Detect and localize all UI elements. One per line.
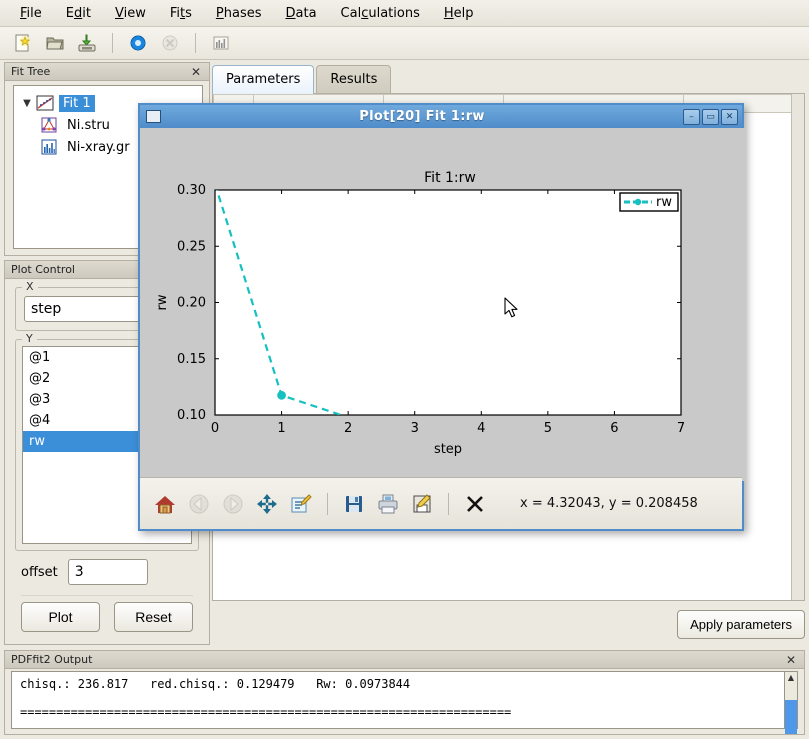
offset-label: offset xyxy=(21,565,58,580)
open-folder-icon[interactable] xyxy=(42,30,68,56)
y-tick-label: 0.15 xyxy=(177,352,206,367)
plot-canvas[interactable]: Fit 1:rw 0 1 2 3 4 5 6 7 0.10 0.15 0.20 0.25 0.30 ste… xyxy=(140,128,742,477)
output-line-3: ========================================… xyxy=(20,705,511,719)
chart-legend: rw xyxy=(620,193,678,211)
plot-window-titlebar[interactable]: Plot[20] Fit 1:rw – ▭ ✕ xyxy=(140,105,742,128)
output-text: chisq.: 236.817 red.chisq.: 0.129479 Rw:… xyxy=(11,671,798,729)
menu-phases[interactable]: Phases xyxy=(204,3,274,24)
scrollbar-thumb[interactable] xyxy=(785,700,797,734)
y-axis-label: rw xyxy=(155,294,170,310)
maximize-button[interactable]: ▭ xyxy=(702,109,719,125)
menu-edit[interactable]: Edit xyxy=(54,3,103,24)
run-fit-icon[interactable] xyxy=(125,30,151,56)
tree-label-dataset[interactable]: Ni-xray.gr xyxy=(63,139,134,156)
menu-data[interactable]: Data xyxy=(273,3,328,24)
save-icon[interactable] xyxy=(74,30,100,56)
printer-icon[interactable] xyxy=(373,489,403,519)
plot-button[interactable]: Plot xyxy=(21,602,100,632)
close-x-icon[interactable] xyxy=(460,489,490,519)
close-icon[interactable]: ✕ xyxy=(784,653,798,667)
data-point xyxy=(277,391,286,400)
new-fit-icon[interactable] xyxy=(10,30,36,56)
stop-fit-icon xyxy=(157,30,183,56)
edit-save-icon[interactable] xyxy=(407,489,437,519)
plot-toolbar-separator-1 xyxy=(327,493,328,515)
chart-figure: Fit 1:rw 0 1 2 3 4 5 6 7 0.10 0.15 0.20 0.25 0.30 ste… xyxy=(140,128,746,481)
parameters-scrollbar[interactable] xyxy=(791,94,804,600)
x-tick-label: 0 xyxy=(211,421,219,436)
x-tick-label: 1 xyxy=(277,421,285,436)
dataset-icon xyxy=(40,139,58,155)
y-tick-label: 0.25 xyxy=(177,239,206,254)
menu-view[interactable]: View xyxy=(103,3,158,24)
window-menu-icon[interactable] xyxy=(146,110,161,123)
scroll-up-icon[interactable]: ▲ xyxy=(788,672,794,684)
menu-file[interactable]: File xyxy=(8,3,54,24)
toolbar-separator-2 xyxy=(195,33,196,53)
plot-icon[interactable] xyxy=(208,30,234,56)
home-icon[interactable] xyxy=(150,489,180,519)
output-scrollbar[interactable]: ▲ ▼ xyxy=(784,671,798,729)
output-line-1: chisq.: 236.817 red.chisq.: 0.129479 Rw:… xyxy=(20,677,410,691)
tree-label-fit1[interactable]: Fit 1 xyxy=(59,95,95,112)
x-tick-label: 6 xyxy=(610,421,618,436)
tab-parameters[interactable]: Parameters xyxy=(212,65,314,94)
x-tick-label: 3 xyxy=(411,421,419,436)
y-group-label: Y xyxy=(22,332,37,345)
x-tick-label: 2 xyxy=(344,421,352,436)
y-tick-label: 0.30 xyxy=(177,183,206,198)
minimize-button[interactable]: – xyxy=(683,109,700,125)
plot-toolbar-separator-2 xyxy=(448,493,449,515)
main-toolbar xyxy=(0,27,809,60)
window-buttons: – ▭ ✕ xyxy=(683,109,738,125)
apply-parameters-button[interactable]: Apply parameters xyxy=(677,610,805,639)
output-title: PDFfit2 Output xyxy=(11,653,92,666)
reset-button[interactable]: Reset xyxy=(114,602,193,632)
menu-calculations[interactable]: Calculations xyxy=(329,3,432,24)
plot-control-title: Plot Control xyxy=(11,263,75,276)
x-axis-label: step xyxy=(434,442,462,457)
plot-window: Plot[20] Fit 1:rw – ▭ ✕ Fit 1:rw 0 1 2 3 4 5 6… xyxy=(138,103,744,531)
x-tick-label: 5 xyxy=(544,421,552,436)
output-titlebar: PDFfit2 Output ✕ xyxy=(5,651,804,669)
x-tick-label: 4 xyxy=(477,421,485,436)
structure-icon xyxy=(40,117,58,133)
offset-input[interactable] xyxy=(68,559,148,585)
chevron-down-icon[interactable]: ▼ xyxy=(18,98,36,109)
x-tick-label: 7 xyxy=(677,421,685,436)
configure-subplots-icon[interactable] xyxy=(286,489,316,519)
floppy-save-icon[interactable] xyxy=(339,489,369,519)
forward-arrow-icon xyxy=(218,489,248,519)
x-group-label: X xyxy=(22,280,38,293)
plot-window-title: Plot[20] Fit 1:rw xyxy=(161,109,683,124)
tree-label-structure[interactable]: Ni.stru xyxy=(63,117,114,134)
offset-row: offset xyxy=(21,559,195,585)
plot-toolbar: x = 4.32043, y = 0.208458 xyxy=(140,477,742,529)
coordinate-readout: x = 4.32043, y = 0.208458 xyxy=(520,496,698,511)
close-button[interactable]: ✕ xyxy=(721,109,738,125)
toolbar-separator xyxy=(112,33,113,53)
chart-title: Fit 1:rw xyxy=(424,170,476,186)
menu-bar: File Edit View Fits Phases Data Calculat… xyxy=(0,0,809,27)
back-arrow-icon xyxy=(184,489,214,519)
plot-frame xyxy=(215,190,681,415)
apply-row: Apply parameters xyxy=(677,610,805,639)
output-panel: PDFfit2 Output ✕ chisq.: 236.817 red.chi… xyxy=(4,650,805,735)
y-tick-label: 0.10 xyxy=(177,408,206,423)
tab-results[interactable]: Results xyxy=(316,65,391,94)
plot-control-buttons: Plot Reset xyxy=(21,595,193,632)
menu-fits[interactable]: Fits xyxy=(158,3,204,24)
fit-tree-titlebar: Fit Tree ✕ xyxy=(5,63,209,81)
y-tick-label: 0.20 xyxy=(177,296,206,311)
tab-strip: Parameters Results xyxy=(212,64,393,94)
close-icon[interactable]: ✕ xyxy=(189,65,203,79)
menu-help[interactable]: Help xyxy=(432,3,486,24)
fit-icon xyxy=(36,95,54,111)
legend-entry-label: rw xyxy=(656,195,672,210)
application-window: File Edit View Fits Phases Data Calculat… xyxy=(0,0,809,739)
pan-move-icon[interactable] xyxy=(252,489,282,519)
fit-tree-title: Fit Tree xyxy=(11,65,50,78)
